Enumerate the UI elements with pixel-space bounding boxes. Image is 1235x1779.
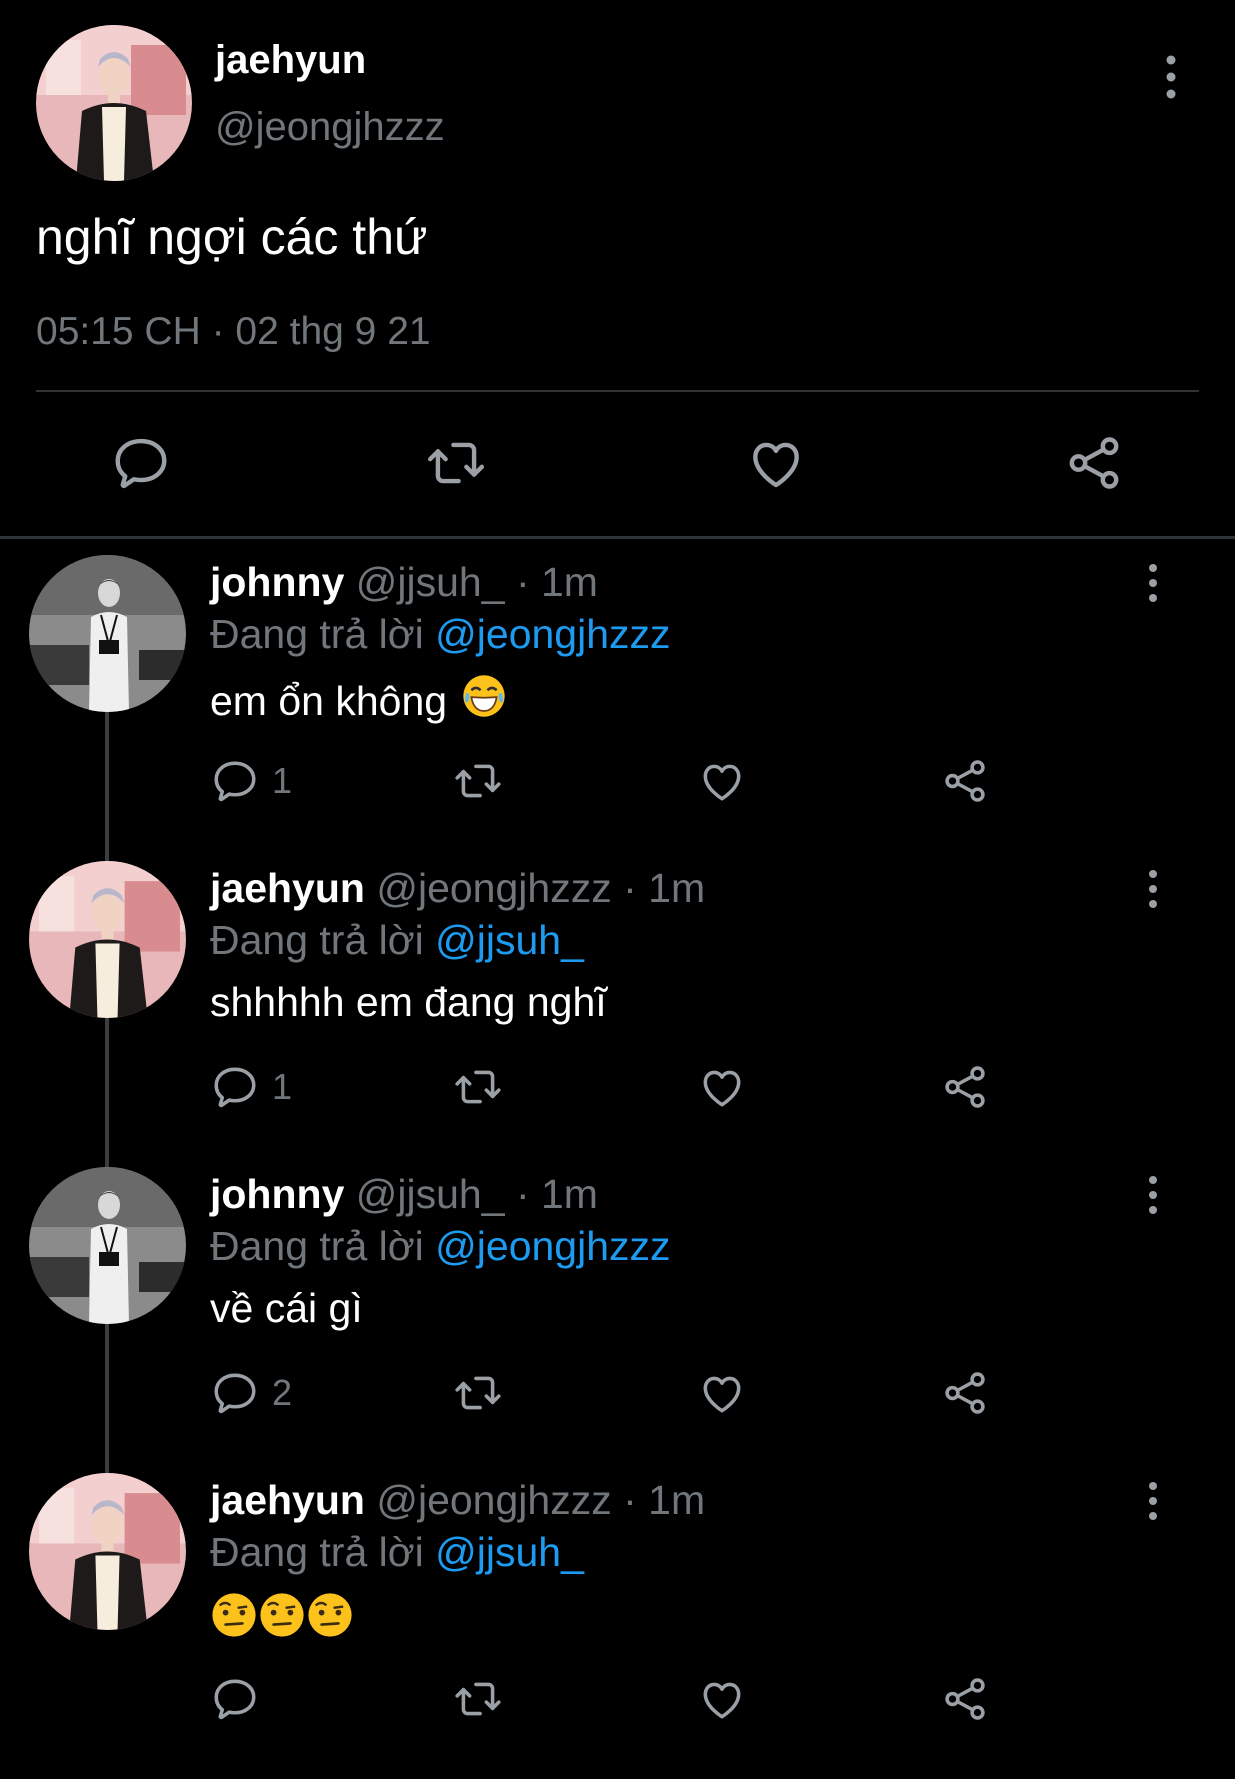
share-icon[interactable]	[940, 1673, 990, 1725]
mention-link[interactable]: @jjsuh_	[435, 1529, 584, 1575]
reply-text-content: về cái gì	[210, 1285, 363, 1331]
reply-author-handle[interactable]: @jeongjhzzz	[376, 1477, 611, 1523]
replying-prefix: Đang trả lời	[210, 611, 424, 657]
reply-count: 1	[272, 1066, 293, 1107]
replying-prefix: Đang trả lời	[210, 917, 424, 963]
author-handle[interactable]: @jeongjhzzz	[215, 105, 445, 150]
reply-time: 1m	[541, 559, 598, 605]
divider	[36, 390, 1199, 392]
reply-item[interactable]: johnny @jjsuh_ · 1m Đang trả lời @jeongj…	[0, 555, 1235, 861]
retweet-icon[interactable]	[425, 432, 487, 494]
thread-line	[105, 1018, 109, 1167]
replying-to: Đang trả lời @jjsuh_	[210, 917, 584, 964]
face-with-raised-eyebrow-icon	[258, 1591, 306, 1649]
like-icon[interactable]	[697, 1673, 747, 1725]
share-icon[interactable]	[1063, 432, 1125, 494]
reply-action[interactable]: 1	[210, 1061, 292, 1113]
like-icon[interactable]	[697, 1061, 747, 1113]
thread-line	[105, 1324, 109, 1473]
face-with-raised-eyebrow-icon	[306, 1591, 354, 1649]
reply-author-name[interactable]: johnny	[210, 1171, 344, 1217]
face-with-tears-of-joy-icon	[461, 673, 507, 729]
avatar-jaehyun[interactable]	[36, 25, 192, 181]
more-options-icon[interactable]	[1158, 54, 1184, 100]
reply-icon	[214, 1679, 256, 1720]
reply-author-name[interactable]: jaehyun	[210, 1477, 365, 1523]
avatar-jaehyun[interactable]	[29, 1473, 186, 1630]
reply-count: 2	[272, 1372, 293, 1413]
share-icon[interactable]	[940, 1367, 990, 1419]
reply-text	[210, 1591, 354, 1649]
reply-icon	[214, 761, 256, 802]
reply-item[interactable]: jaehyun @jeongjhzzz · 1m Đang trả lời @j…	[0, 861, 1235, 1167]
share-icon[interactable]	[940, 1061, 990, 1113]
separator-dot: ·	[623, 865, 637, 911]
replying-to: Đang trả lời @jeongjhzzz	[210, 1223, 671, 1270]
replying-prefix: Đang trả lời	[210, 1529, 424, 1575]
reply-icon	[214, 1067, 256, 1108]
reply-count: 1	[272, 760, 293, 801]
separator-dot: ·	[515, 559, 530, 605]
retweet-icon[interactable]	[453, 1061, 503, 1113]
reply-author-name[interactable]: johnny	[210, 559, 344, 605]
retweet-icon[interactable]	[453, 1673, 503, 1725]
mention-link[interactable]: @jeongjhzzz	[435, 1223, 670, 1269]
face-with-raised-eyebrow-icon	[210, 1591, 258, 1649]
replying-to: Đang trả lời @jjsuh_	[210, 1529, 584, 1576]
avatar-johnny[interactable]	[29, 555, 186, 712]
separator-dot: ·	[623, 1477, 637, 1523]
replying-prefix: Đang trả lời	[210, 1223, 424, 1269]
reply-text-content: em ổn không	[210, 677, 448, 724]
avatar-johnny[interactable]	[29, 1167, 186, 1324]
reply-text: shhhhh em đang nghĩ	[210, 979, 607, 1026]
reply-action[interactable]: 2	[210, 1367, 292, 1419]
tweet-text: nghĩ ngợi các thứ	[36, 209, 428, 265]
retweet-icon[interactable]	[453, 755, 503, 807]
reply-time: 1m	[648, 1477, 706, 1523]
reply-text: về cái gì	[210, 1285, 363, 1332]
replying-to: Đang trả lời @jeongjhzzz	[210, 611, 671, 658]
more-options-icon[interactable]	[1141, 1175, 1165, 1215]
thread-line	[105, 712, 109, 861]
reply-time: 1m	[648, 865, 706, 911]
mention-link[interactable]: @jeongjhzzz	[435, 611, 670, 657]
section-divider	[0, 536, 1235, 539]
reply-author-name[interactable]: jaehyun	[210, 865, 365, 911]
author-name[interactable]: jaehyun	[215, 38, 366, 83]
like-icon[interactable]	[745, 432, 807, 494]
reply-text: em ổn không	[210, 673, 507, 729]
reply-action[interactable]	[210, 1673, 260, 1725]
main-tweet: jaehyun @jeongjhzzz nghĩ ngợi các thứ 05…	[0, 0, 1235, 538]
avatar-jaehyun[interactable]	[29, 861, 186, 1018]
retweet-icon[interactable]	[453, 1367, 503, 1419]
reply-action[interactable]: 1	[210, 755, 292, 807]
more-options-icon[interactable]	[1141, 563, 1165, 603]
reply-author-handle[interactable]: @jeongjhzzz	[376, 865, 611, 911]
reply-item[interactable]: johnny @jjsuh_ · 1m Đang trả lời @jeongj…	[0, 1167, 1235, 1473]
reply-author-handle[interactable]: @jjsuh_	[356, 1171, 505, 1217]
reply-time: 1m	[541, 1171, 598, 1217]
reply-icon	[214, 1373, 256, 1414]
reply-item[interactable]: jaehyun @jeongjhzzz · 1m Đang trả lời @j…	[0, 1473, 1235, 1779]
share-icon[interactable]	[940, 755, 990, 807]
tweet-timestamp: 05:15 CH · 02 thg 9 21	[36, 310, 431, 353]
like-icon[interactable]	[697, 1367, 747, 1419]
mention-link[interactable]: @jjsuh_	[435, 917, 584, 963]
reply-text-content: shhhhh em đang nghĩ	[210, 979, 607, 1025]
more-options-icon[interactable]	[1141, 1481, 1165, 1521]
reply-icon[interactable]	[110, 432, 172, 494]
reply-author-handle[interactable]: @jjsuh_	[356, 559, 505, 605]
separator-dot: ·	[515, 1171, 530, 1217]
more-options-icon[interactable]	[1141, 869, 1165, 909]
like-icon[interactable]	[697, 755, 747, 807]
